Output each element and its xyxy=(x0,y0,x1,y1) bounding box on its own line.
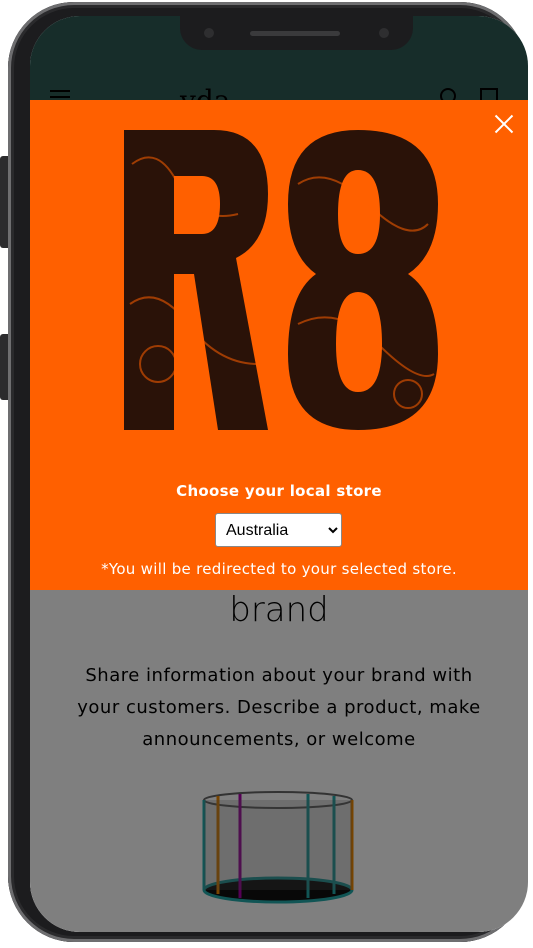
store-select[interactable]: Australia xyxy=(215,513,342,547)
speaker-grille xyxy=(250,31,340,36)
sensor-dot xyxy=(204,28,214,38)
camera-dot xyxy=(379,28,389,38)
brand-logo-r8 xyxy=(124,130,438,430)
phone-notch xyxy=(180,16,413,50)
phone-frame: vda brand Share information about your b… xyxy=(8,2,528,942)
store-selector-title: Choose your local store xyxy=(176,482,382,500)
store-selector-modal: Choose your local store Australia *You w… xyxy=(30,100,528,590)
redirect-note: *You will be redirected to your selected… xyxy=(101,560,457,578)
phone-screen: vda brand Share information about your b… xyxy=(30,16,528,932)
close-icon[interactable] xyxy=(492,112,516,136)
